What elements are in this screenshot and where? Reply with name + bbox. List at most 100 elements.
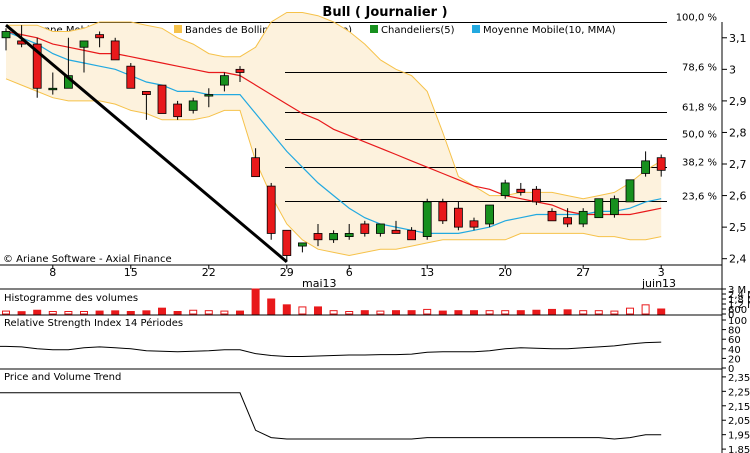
legend-swatch-candles bbox=[370, 25, 378, 33]
volume-bar bbox=[329, 310, 338, 315]
volume-bar bbox=[376, 310, 385, 315]
volume-bar bbox=[251, 288, 260, 315]
price-tick-label: 2,9 bbox=[729, 95, 747, 108]
volume-bar bbox=[438, 310, 447, 315]
volume-bar bbox=[314, 306, 322, 315]
date-tick-label: 13 bbox=[420, 266, 434, 279]
candle-body bbox=[656, 157, 666, 171]
candle-body bbox=[48, 87, 58, 91]
volume-bar bbox=[236, 310, 244, 315]
fib-label: 100,0 % bbox=[676, 13, 717, 24]
volume-bar bbox=[267, 298, 276, 315]
pvt-tick-label: 2,25 bbox=[728, 387, 750, 398]
pvt-title: Price and Volume Trend bbox=[4, 372, 121, 383]
candle-body bbox=[453, 207, 463, 228]
volume-bar bbox=[189, 309, 198, 315]
pvt-tick-label: 1,85 bbox=[728, 445, 750, 453]
copyright-text: © Ariane Software - Axial Finance bbox=[3, 254, 172, 265]
price-tick-label: 2,8 bbox=[729, 126, 747, 139]
volume-bar bbox=[142, 310, 151, 315]
month-label: mai13 bbox=[302, 277, 337, 290]
volume-bar bbox=[454, 310, 463, 315]
volume-bar bbox=[423, 308, 432, 315]
candle-body bbox=[422, 201, 432, 237]
volume-bar bbox=[657, 308, 666, 315]
candle bbox=[266, 182, 276, 240]
candle-body bbox=[485, 204, 495, 225]
candle-body bbox=[594, 198, 604, 219]
candle-body bbox=[251, 157, 261, 178]
volume-bar bbox=[360, 310, 369, 315]
volume-bar bbox=[111, 310, 120, 315]
volume-bar bbox=[532, 309, 541, 315]
volume-bar bbox=[173, 311, 182, 315]
month-label: juin13 bbox=[641, 277, 676, 290]
legend-swatch-ma10 bbox=[472, 25, 480, 33]
candle bbox=[438, 198, 448, 224]
candle-body bbox=[438, 201, 448, 222]
volume-bar bbox=[594, 310, 603, 315]
candle-body bbox=[641, 160, 650, 174]
volume-bar bbox=[33, 309, 42, 315]
legend-label-ma10: Moyenne Mobile(10, MMA) bbox=[483, 25, 616, 36]
candle bbox=[173, 100, 183, 120]
candle-body bbox=[313, 233, 323, 241]
volume-bar bbox=[220, 310, 229, 315]
candle-body bbox=[469, 220, 479, 228]
volume-bar bbox=[392, 310, 400, 315]
candle bbox=[485, 204, 495, 228]
volume-bar bbox=[610, 310, 619, 315]
fib-label: 50,0 % bbox=[682, 130, 717, 141]
volume-bar bbox=[158, 307, 166, 315]
date-tick-label: 27 bbox=[576, 266, 590, 279]
price-tick-label: 2,6 bbox=[729, 190, 747, 203]
candle-body bbox=[282, 229, 292, 256]
candle-body bbox=[157, 84, 167, 114]
candle-body bbox=[516, 188, 526, 193]
candle-body bbox=[126, 65, 136, 89]
candle-body bbox=[500, 182, 510, 196]
date-tick-label: 29 bbox=[280, 266, 294, 279]
candle-body bbox=[375, 223, 385, 234]
candle-body bbox=[329, 233, 339, 241]
candle-body bbox=[110, 40, 120, 61]
stock-chart: Bull ( Journalier ) Moyenne Mobile(20, M… bbox=[0, 0, 750, 453]
candle bbox=[110, 37, 120, 61]
volume-bar bbox=[204, 310, 213, 315]
volume-bar bbox=[282, 304, 291, 315]
volume-bar bbox=[516, 310, 525, 315]
candle-body bbox=[95, 34, 104, 39]
candle bbox=[126, 63, 136, 89]
fib-label: 23,6 % bbox=[682, 192, 717, 203]
pvt-tick-label: 2,05 bbox=[728, 416, 750, 427]
candle-body bbox=[547, 210, 557, 222]
chart-title: Bull ( Journalier ) bbox=[322, 5, 447, 20]
price-tick-label: 2,5 bbox=[729, 221, 747, 234]
pvt-tick-label: 2,15 bbox=[728, 402, 750, 413]
volume-bar bbox=[48, 311, 57, 315]
candle bbox=[422, 198, 432, 240]
pvt-tick-label: 1,95 bbox=[728, 431, 750, 442]
date-tick-label: 20 bbox=[498, 266, 512, 279]
volume-bar bbox=[407, 310, 416, 315]
candle-body bbox=[532, 188, 541, 203]
fib-label: 38,2 % bbox=[682, 158, 717, 169]
volume-bar bbox=[298, 306, 307, 315]
candle-body bbox=[297, 242, 307, 247]
volume-bar bbox=[485, 310, 494, 315]
volume-bar bbox=[470, 310, 478, 315]
volume-bar bbox=[548, 308, 556, 315]
candle-body bbox=[173, 103, 183, 118]
candle-body bbox=[391, 229, 401, 234]
candle-body bbox=[610, 198, 619, 215]
candle-body bbox=[407, 229, 417, 241]
candle bbox=[532, 186, 541, 206]
candle-body bbox=[235, 68, 245, 73]
pvt-tick-label: 2,35 bbox=[728, 373, 750, 384]
price-tick-label: 2,7 bbox=[729, 158, 747, 171]
candle-body bbox=[141, 91, 151, 95]
candle bbox=[625, 179, 635, 203]
candle bbox=[578, 208, 588, 228]
volume-bar bbox=[95, 310, 104, 315]
price-tick-label: 3,1 bbox=[729, 32, 747, 45]
